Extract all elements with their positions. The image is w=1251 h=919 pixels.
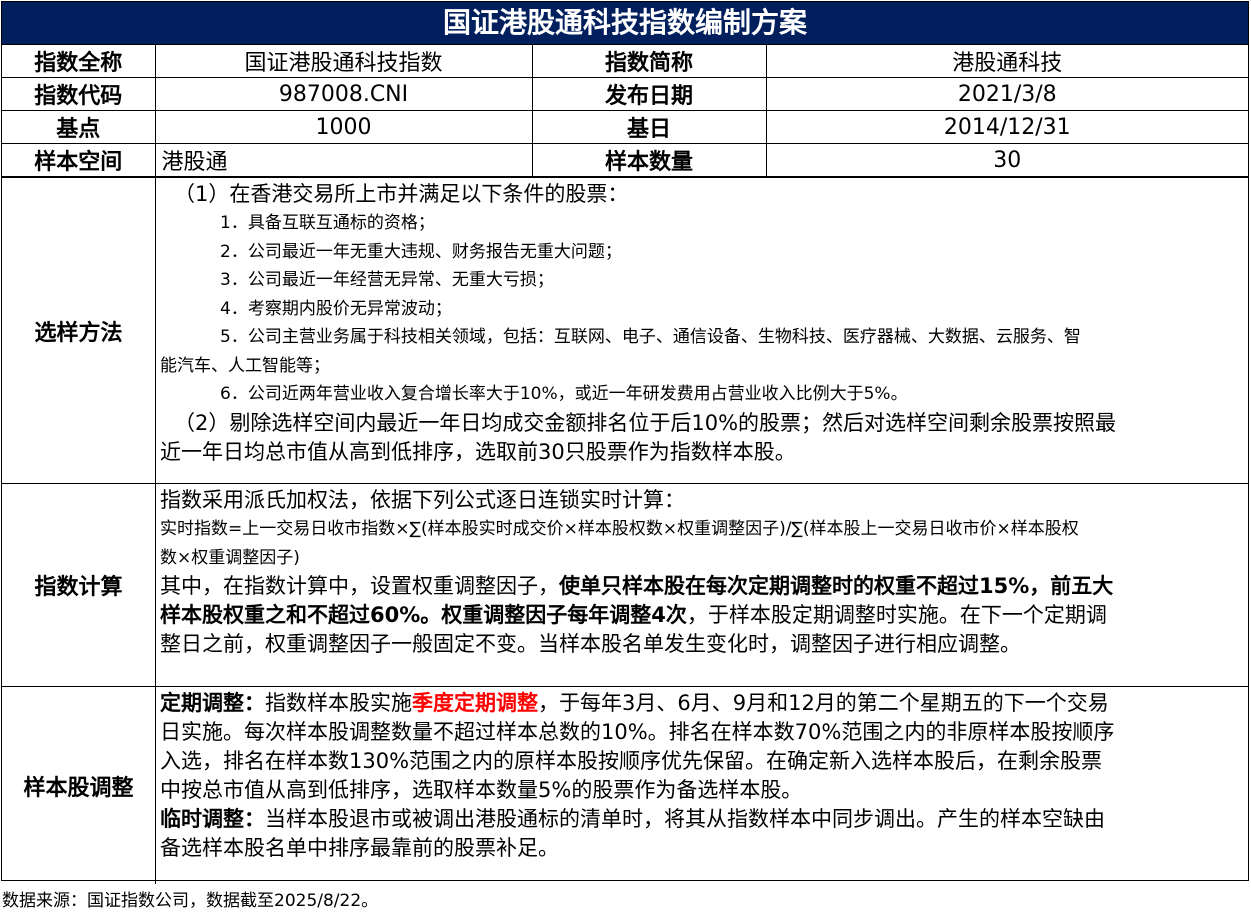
regular-adjustment-2: 日实施。每次样本股调整数量不超过样本总数的10%。排名在样本数70%范围之内的非… (160, 720, 1115, 744)
weight-cap-text: 使单只样本股在每次定期调整时的权重不超过15%，前五大 (559, 574, 1114, 598)
code-value: 987008.CNI (154, 77, 533, 111)
criterion-1: 1．具备互联互通标的资格； (220, 213, 435, 233)
weight-factor-timing: ，于样本股定期调整时实施。在下一个定期调 (686, 603, 1107, 627)
base-date-label: 基日 (531, 110, 767, 144)
selection-section: 选样方法 （1）在香港交易所上市并满足以下条件的股票： 1．具备互联互通标的资格… (2, 177, 1248, 483)
regular-adjustment-label: 定期调整： (160, 691, 265, 715)
regular-adjustment-4: 中按总市值从高到低排序，选取样本数量5%的股票作为备选样本股。 (160, 778, 803, 802)
criterion-2: 2．公司最近一年无重大违规、财务报告无重大问题； (220, 241, 622, 262)
adjustment-body: 定期调整：指数样本股实施季度定期调整，于每年3月、6月、9月和12月的第二个星期… (156, 687, 1248, 884)
table-row: 指数全称 国证港股通科技指数 指数简称 港股通科技 (2, 45, 1248, 78)
weight-factor-text-3: 整日之前，权重调整因子一般固定不变。当样本股名单发生变化时，调整因子进行相应调整… (160, 632, 1021, 656)
base-point-label: 基点 (2, 110, 156, 144)
table-row: 样本空间 港股通 样本数量 30 (2, 143, 1248, 177)
regular-adjustment: 定期调整：指数样本股实施季度定期调整，于每年3月、6月、9月和12月的第二个星期… (160, 689, 1244, 718)
weight-factor-intro: 其中，在指数计算中，设置权重调整因子， (160, 574, 559, 598)
criterion-3: 3．公司最近一年经营无异常、无重大亏损； (220, 270, 554, 290)
criterion-4: 4．考察期内股价无异常波动； (220, 298, 452, 319)
release-date-value: 2021/3/8 (765, 77, 1248, 111)
full-name-label: 指数全称 (2, 45, 156, 78)
criterion-5: 5．公司主营业务属于科技相关领域，包括：互联网、电子、通信设备、生物科技、医疗器… (220, 327, 1081, 347)
selection-body: （1）在香港交易所上市并满足以下条件的股票： 1．具备互联互通标的资格； 2．公… (156, 178, 1248, 483)
basic-info-table: 指数全称 国证港股通科技指数 指数简称 港股通科技 指数代码 987008.CN… (2, 45, 1248, 177)
release-date-label: 发布日期 (531, 77, 767, 111)
formula-line: 实时指数=上一交易日收市指数×∑(样本股实时成交价×样本股权数×权重调整因子)/… (160, 519, 1079, 539)
table-row: 指数代码 987008.CNI 发布日期 2021/3/8 (2, 77, 1248, 111)
formula-line-cont: 数×权重调整因子) (160, 547, 300, 568)
base-point-value: 1000 (154, 110, 533, 144)
calculation-intro: 指数采用派氏加权法，依据下列公式逐日连锁实时计算： (160, 488, 685, 512)
table-row: 基点 1000 基日 2014/12/31 (2, 110, 1248, 144)
calculation-label: 指数计算 (2, 484, 156, 686)
weight-factor-text-2: 样本股权重之和不超过60%。权重调整因子每年调整4次，于样本股定期调整时实施。在… (160, 601, 1244, 630)
code-label: 指数代码 (2, 77, 156, 111)
criterion-6: 6．公司近两年营业收入复合增长率大于10%，或近一年研发费用占营业收入比例大于5… (220, 384, 908, 404)
calculation-body: 指数采用派氏加权法，依据下列公式逐日连锁实时计算： 实时指数=上一交易日收市指数… (156, 484, 1248, 686)
regular-adjustment-post: ，于每年3月、6月、9月和12月的第二个星期五的下一个交易 (538, 691, 1109, 715)
selection-item-2-cont: 近一年日均总市值从高到低排序，选取前30只股票作为指数样本股。 (160, 439, 796, 464)
full-name-value: 国证港股通科技指数 (154, 45, 533, 78)
adjustment-section: 样本股调整 定期调整：指数样本股实施季度定期调整，于每年3月、6月、9月和12月… (2, 686, 1248, 884)
temporary-adjustment-text: 当样本股退市或被调出港股通标的清单时，将其从指数样本中同步调出。产生的样本空缺由 (265, 807, 1105, 831)
table-title: 国证港股通科技指数编制方案 (2, 2, 1248, 45)
regular-adjustment-pre: 指数样本股实施 (265, 691, 412, 715)
calculation-section: 指数计算 指数采用派氏加权法，依据下列公式逐日连锁实时计算： 实时指数=上一交易… (2, 483, 1248, 686)
sample-count-value: 30 (765, 143, 1248, 177)
short-name-label: 指数简称 (531, 45, 767, 78)
regular-adjustment-3: 入选，排名在样本数130%范围之内的原样本股按顺序优先保留。在确定新入选样本股后… (160, 749, 1103, 773)
temporary-adjustment: 临时调整：当样本股退市或被调出港股通标的清单时，将其从指数样本中同步调出。产生的… (160, 805, 1244, 834)
selection-item-2: （2）剔除选样空间内最近一年日均成交金额排名位于后10%的股票；然后对选样空间剩… (174, 410, 1117, 435)
sample-count-label: 样本数量 (531, 143, 767, 177)
selection-label: 选样方法 (2, 178, 156, 483)
universe-label: 样本空间 (2, 143, 156, 177)
weight-cap-text-2: 样本股权重之和不超过60%。权重调整因子每年调整4次 (160, 603, 687, 627)
base-date-value: 2014/12/31 (765, 110, 1248, 144)
temporary-adjustment-2: 备选样本股名单中排序最靠前的股票补足。 (160, 836, 559, 860)
quarterly-highlight: 季度定期调整 (412, 691, 538, 715)
criterion-5-cont: 能汽车、人工智能等； (160, 355, 330, 376)
adjustment-label: 样本股调整 (2, 687, 156, 884)
selection-item-1: （1）在香港交易所上市并满足以下条件的股票： (174, 182, 629, 206)
short-name-value: 港股通科技 (765, 45, 1248, 78)
source-note: 数据来源：国证指数公司，数据截至2025/8/22。 (2, 891, 379, 911)
weight-factor-text: 其中，在指数计算中，设置权重调整因子，使单只样本股在每次定期调整时的权重不超过1… (160, 572, 1244, 601)
index-spec-table: 国证港股通科技指数编制方案 指数全称 国证港股通科技指数 指数简称 港股通科技 … (1, 1, 1249, 884)
universe-value: 港股通 (154, 143, 533, 177)
temporary-adjustment-label: 临时调整： (160, 807, 265, 831)
